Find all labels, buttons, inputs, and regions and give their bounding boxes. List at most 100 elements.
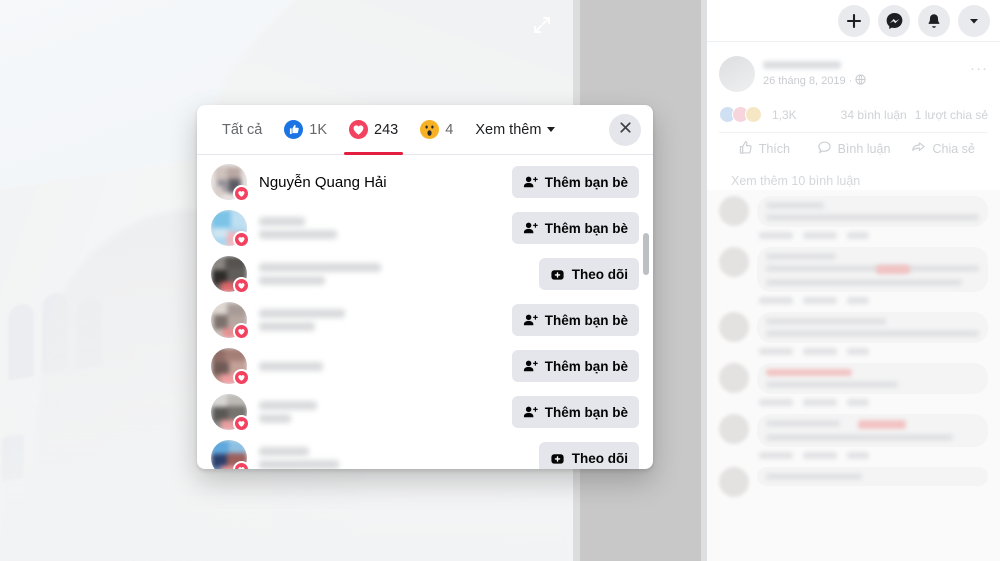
share-icon bbox=[911, 140, 926, 158]
list-item[interactable]: Thêm bạn bè bbox=[197, 389, 653, 435]
reactor-name-redacted[interactable] bbox=[259, 217, 512, 239]
scrollbar-thumb[interactable] bbox=[643, 233, 649, 275]
plus-icon bbox=[846, 13, 862, 29]
comment-button[interactable]: Bình luận bbox=[809, 140, 899, 158]
chevron-down-icon bbox=[547, 127, 556, 132]
love-reaction-icon bbox=[233, 231, 250, 248]
avatar[interactable] bbox=[211, 440, 250, 469]
follow-button[interactable]: Theo dõi bbox=[538, 258, 639, 290]
avatar[interactable] bbox=[211, 210, 250, 248]
post-meta: 26 tháng 8, 2019 · bbox=[763, 73, 988, 88]
comment-tools[interactable] bbox=[757, 447, 988, 459]
tab-like[interactable]: 1K bbox=[273, 105, 338, 155]
share-button[interactable]: Chia sẻ bbox=[898, 140, 988, 158]
reactor-name-redacted[interactable] bbox=[259, 401, 512, 423]
list-item[interactable]: Theo dõi bbox=[197, 251, 653, 297]
avatar[interactable] bbox=[719, 312, 749, 342]
love-reaction-icon bbox=[233, 185, 250, 202]
avatar[interactable] bbox=[719, 247, 749, 277]
add-friend-icon bbox=[523, 313, 538, 328]
avatar[interactable] bbox=[211, 164, 250, 202]
comment-item bbox=[707, 357, 1000, 408]
reactors-list[interactable]: Nguyễn Quang Hải Thêm bạn bè Thêm bạn bè… bbox=[197, 155, 653, 469]
comment-bubble bbox=[757, 312, 988, 343]
add-friend-button[interactable]: Thêm bạn bè bbox=[511, 212, 639, 244]
create-button[interactable] bbox=[838, 4, 870, 37]
add-friend-icon bbox=[523, 405, 538, 420]
add-friend-button[interactable]: Thêm bạn bè bbox=[511, 396, 639, 428]
list-item[interactable]: Thêm bạn bè bbox=[197, 205, 653, 251]
messenger-button[interactable] bbox=[878, 4, 910, 37]
avatar[interactable] bbox=[719, 414, 749, 444]
tab-all[interactable]: Tất cả bbox=[211, 105, 273, 155]
feed-topbar bbox=[707, 0, 1000, 42]
add-friend-icon bbox=[523, 359, 538, 374]
follow-button[interactable]: Theo dõi bbox=[538, 442, 639, 469]
comment-bubble bbox=[757, 467, 988, 486]
avatar[interactable] bbox=[719, 363, 749, 393]
comment-tools[interactable] bbox=[757, 343, 988, 355]
reactor-name-redacted[interactable] bbox=[259, 447, 539, 469]
comment-item bbox=[707, 241, 1000, 306]
love-reaction-icon bbox=[233, 461, 250, 469]
reactor-name-redacted[interactable] bbox=[259, 263, 539, 285]
avatar[interactable] bbox=[211, 302, 250, 340]
close-icon bbox=[618, 120, 633, 140]
post-action-bar: Thích Bình luận Chia sẻ bbox=[719, 132, 988, 164]
feed-panel: 26 tháng 8, 2019 · ··· 1,3K 34 bình luận… bbox=[707, 0, 1000, 561]
add-friend-icon bbox=[523, 221, 538, 236]
expand-arrows-icon[interactable] bbox=[525, 8, 559, 42]
post-options-button[interactable]: ··· bbox=[970, 60, 988, 77]
reactions-count[interactable]: 1,3K bbox=[772, 108, 797, 122]
comment-tools[interactable] bbox=[757, 394, 988, 406]
like-button[interactable]: Thích bbox=[719, 140, 809, 158]
list-item[interactable]: Thêm bạn bè bbox=[197, 343, 653, 389]
screen: 26 tháng 8, 2019 · ··· 1,3K 34 bình luận… bbox=[0, 0, 1000, 561]
add-friend-button[interactable]: Thêm bạn bè bbox=[511, 350, 639, 382]
add-friend-button[interactable]: Thêm bạn bè bbox=[511, 166, 639, 198]
like-reaction-icon bbox=[284, 120, 304, 139]
comment-item bbox=[707, 408, 1000, 461]
avatar[interactable] bbox=[211, 256, 250, 294]
comment-tools[interactable] bbox=[757, 292, 988, 304]
reactor-name-redacted[interactable] bbox=[259, 309, 512, 331]
comment-bubble bbox=[757, 363, 988, 394]
reaction-icons[interactable] bbox=[719, 106, 762, 123]
comment-tools[interactable] bbox=[757, 227, 988, 239]
tab-love[interactable]: 243 bbox=[338, 105, 409, 155]
add-friend-icon bbox=[523, 175, 538, 190]
avatar[interactable] bbox=[719, 56, 755, 92]
avatar[interactable] bbox=[211, 348, 250, 386]
comment-list bbox=[707, 190, 1000, 499]
love-reaction-icon bbox=[233, 323, 250, 340]
feed-post: 26 tháng 8, 2019 · ··· 1,3K 34 bình luận… bbox=[707, 42, 1000, 190]
reaction-tabs: Tất cả 1K 243 4 Xem thêm bbox=[197, 105, 653, 155]
love-reaction-icon bbox=[349, 120, 369, 139]
avatar[interactable] bbox=[719, 467, 749, 497]
shares-count[interactable]: 1 lượt chia sẻ bbox=[915, 108, 988, 122]
comments-count[interactable]: 34 bình luận bbox=[841, 108, 907, 122]
add-friend-button[interactable]: Thêm bạn bè bbox=[511, 304, 639, 336]
comment-button-label: Bình luận bbox=[837, 142, 891, 156]
list-item[interactable]: Theo dõi bbox=[197, 435, 653, 469]
avatar[interactable] bbox=[719, 196, 749, 226]
account-menu-button[interactable] bbox=[958, 4, 990, 37]
add-friend-label: Thêm bạn bè bbox=[544, 358, 628, 374]
comment-bubble bbox=[757, 196, 988, 227]
post-timestamp[interactable]: 26 tháng 8, 2019 bbox=[763, 75, 846, 87]
list-scrollbar[interactable] bbox=[643, 155, 649, 469]
tab-wow[interactable]: 4 bbox=[409, 105, 464, 155]
close-button[interactable] bbox=[609, 113, 641, 146]
messenger-icon bbox=[886, 12, 903, 29]
reactor-name-redacted[interactable] bbox=[259, 361, 512, 371]
add-friend-label: Thêm bạn bè bbox=[544, 174, 628, 190]
list-item[interactable]: Thêm bạn bè bbox=[197, 297, 653, 343]
see-more-comments-link[interactable]: Xem thêm 10 bình luận bbox=[719, 164, 988, 190]
list-item[interactable]: Nguyễn Quang Hải Thêm bạn bè bbox=[197, 159, 653, 205]
notifications-button[interactable] bbox=[918, 4, 950, 37]
reactor-name[interactable]: Nguyễn Quang Hải bbox=[259, 174, 512, 191]
meta-separator: · bbox=[848, 74, 853, 87]
wow-reaction-icon bbox=[745, 106, 762, 123]
avatar[interactable] bbox=[211, 394, 250, 432]
tab-see-more[interactable]: Xem thêm bbox=[464, 105, 566, 155]
